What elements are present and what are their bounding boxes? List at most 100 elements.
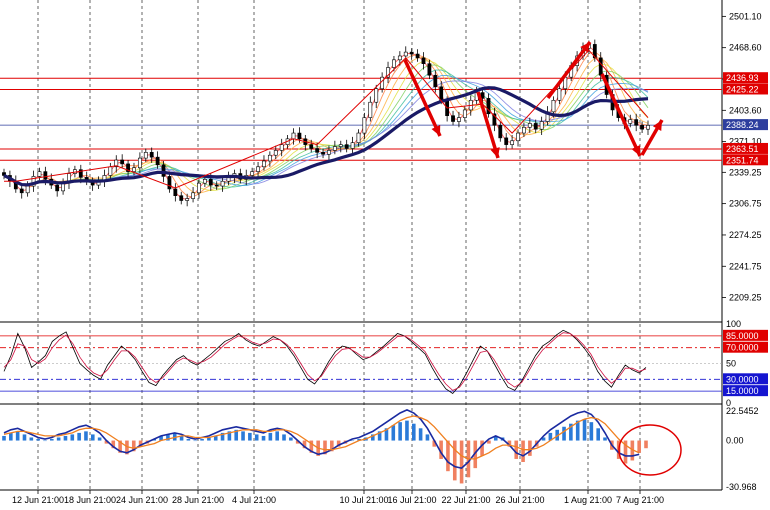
candle-body xyxy=(374,88,379,103)
time-tick-label: 28 Jun 21:00 xyxy=(172,495,224,505)
candle-body xyxy=(457,117,461,122)
macd-tick-label: 22.5452 xyxy=(726,406,759,416)
macd-histogram-bar xyxy=(77,432,81,441)
candle-body xyxy=(368,101,373,118)
macd-histogram-bar xyxy=(425,434,430,441)
candle-body xyxy=(137,157,142,169)
macd-histogram-bar xyxy=(446,440,450,472)
stochastic-tick-label: 100 xyxy=(726,319,741,329)
macd-histogram-bar xyxy=(603,437,607,441)
price-tick-label: 2306.75 xyxy=(729,199,762,209)
candle-body xyxy=(439,86,444,101)
price-tick-label: 2468.60 xyxy=(729,43,762,53)
candle-body xyxy=(37,171,42,177)
price-level-tag-label: 2436.93 xyxy=(726,73,759,83)
price-level-tag-label: 2425.22 xyxy=(726,84,759,94)
candle-body xyxy=(161,164,166,177)
macd-histogram-bar xyxy=(480,440,484,456)
macd-histogram-bar xyxy=(50,439,54,441)
macd-histogram-bar xyxy=(22,434,27,441)
candle-body xyxy=(510,140,515,145)
trading-chart[interactable]: 2501.102468.602436.102403.602371.102339.… xyxy=(0,0,770,510)
macd-histogram-bar xyxy=(193,440,198,442)
macd-histogram-bar xyxy=(582,419,587,441)
candle-body xyxy=(43,171,48,180)
candle-body xyxy=(350,142,355,149)
candle-body xyxy=(321,152,325,155)
macd-histogram-bar xyxy=(90,434,95,441)
candle-body xyxy=(250,171,255,176)
stochastic-level-tag-label: 70.0000 xyxy=(726,343,759,353)
price-level-tag-label: 2351.74 xyxy=(726,155,759,165)
candle-body xyxy=(551,99,556,113)
macd-tick-label: 0.00 xyxy=(726,436,744,446)
candle-body xyxy=(120,159,125,165)
stochastic-level-tag-label: 30.0000 xyxy=(726,374,759,384)
candle-body xyxy=(557,88,562,101)
candle-body xyxy=(498,125,503,139)
macd-histogram-bar xyxy=(36,439,40,441)
candle-body xyxy=(344,144,349,149)
macd-histogram-bar xyxy=(528,440,532,456)
macd-histogram-bar xyxy=(275,431,279,441)
macd-histogram-bar xyxy=(200,439,204,441)
candle-body xyxy=(415,53,420,59)
macd-histogram-bar xyxy=(254,434,259,441)
candle-body xyxy=(516,132,520,142)
candle-body xyxy=(262,160,266,168)
macd-histogram-bar xyxy=(452,440,457,481)
macd-histogram-bar xyxy=(644,440,648,449)
candle-body xyxy=(533,123,538,130)
candle-body xyxy=(362,117,367,134)
candle-body xyxy=(356,132,361,143)
time-tick-label: 22 Jul 21:00 xyxy=(441,495,490,505)
candle-body xyxy=(646,125,650,130)
macd-histogram-bar xyxy=(637,440,641,453)
price-level-tag-label: 2388.24 xyxy=(726,120,759,130)
price-tick-label: 2339.25 xyxy=(729,167,762,177)
macd-histogram-bar xyxy=(289,437,293,441)
macd-histogram-bar xyxy=(248,432,252,441)
candle-body xyxy=(291,132,296,140)
candle-body xyxy=(297,132,302,140)
macd-histogram-bar xyxy=(459,440,464,484)
candle-body xyxy=(220,180,225,187)
time-tick-label: 26 Jul 21:00 xyxy=(495,495,544,505)
macd-histogram-bar xyxy=(43,440,47,442)
price-tick-label: 2209.25 xyxy=(729,293,762,303)
candle-body xyxy=(380,76,385,90)
time-tick-label: 10 Jul 21:00 xyxy=(339,495,388,505)
candle-body xyxy=(185,198,190,201)
macd-histogram-bar xyxy=(398,422,402,441)
time-tick-label: 18 Jun 21:00 xyxy=(64,495,116,505)
price-tick-label: 2241.75 xyxy=(729,261,762,271)
time-tick-label: 12 Jun 21:00 xyxy=(12,495,64,505)
candle-body xyxy=(397,55,402,61)
macd-histogram-bar xyxy=(84,431,88,441)
candle-body xyxy=(256,166,260,172)
candle-body xyxy=(55,184,60,192)
macd-tick-label: -30.968 xyxy=(726,482,757,492)
macd-histogram-bar xyxy=(261,435,266,441)
candle-body xyxy=(132,167,136,172)
macd-histogram-bar xyxy=(514,440,519,459)
candle-body xyxy=(155,156,160,166)
candle-body xyxy=(392,59,396,68)
macd-histogram-bar xyxy=(405,420,409,441)
candle-body xyxy=(522,126,526,134)
time-tick-label: 24 Jun 21:00 xyxy=(116,495,168,505)
candle-body xyxy=(108,166,113,176)
time-tick-label: 16 Jul 21:00 xyxy=(387,495,436,505)
candle-body xyxy=(273,150,278,156)
macd-histogram-bar xyxy=(350,440,355,442)
macd-histogram-bar xyxy=(268,432,273,441)
candle-body xyxy=(143,152,148,159)
macd-histogram-bar xyxy=(241,431,245,441)
candle-body xyxy=(191,192,195,199)
candle-body xyxy=(167,176,172,190)
candle-body xyxy=(634,119,639,126)
candle-body xyxy=(640,125,644,130)
price-tick-label: 2403.60 xyxy=(729,105,762,115)
candle-body xyxy=(409,51,414,55)
macd-histogram-bar xyxy=(70,434,75,441)
